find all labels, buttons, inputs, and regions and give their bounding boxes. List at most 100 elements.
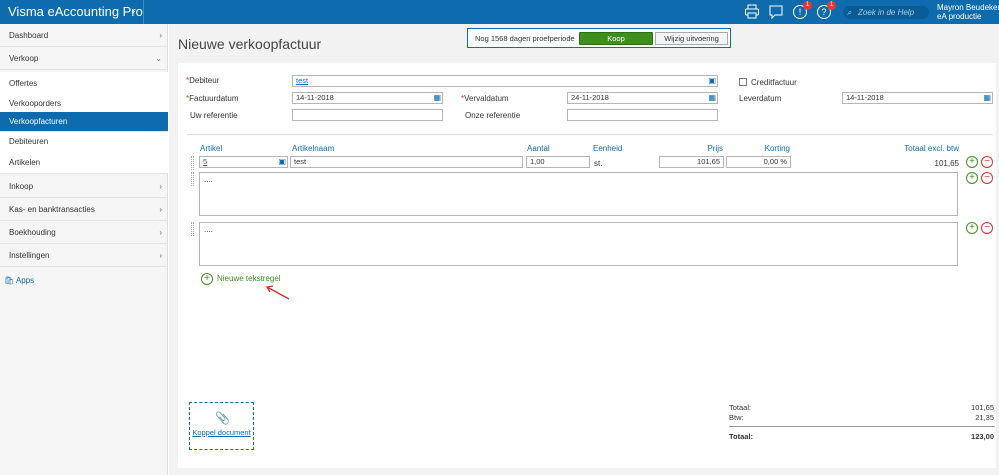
debiteur-field[interactable]: test ▣ [292, 75, 718, 87]
delete-row-button[interactable]: − [981, 172, 993, 184]
notification-badge: 1 [803, 1, 812, 10]
lookup-icon[interactable]: ▣ [708, 76, 716, 86]
chevron-right-icon: › [159, 251, 162, 260]
help-icon[interactable]: ? 1 [816, 1, 836, 20]
sidebar-item-inkoop[interactable]: Inkoop › [0, 175, 168, 198]
totaal-label: Totaal: [729, 403, 752, 412]
calendar-icon[interactable]: ▦ [433, 93, 441, 103]
app-title[interactable]: Visma eAccounting Pro [8, 4, 143, 19]
artikel-field[interactable]: 5 ▣ [199, 156, 288, 168]
leverdatum-field[interactable]: 14-11-2018 ▦ [842, 92, 993, 104]
divider [143, 0, 144, 24]
aantal-field[interactable]: 1,00 [526, 156, 590, 168]
delete-row-button[interactable]: − [981, 222, 993, 234]
add-row-button[interactable]: + [966, 172, 978, 184]
aantal-value: 1,00 [530, 157, 545, 166]
sidebar-item-verkoopfacturen[interactable]: Verkoopfacturen [0, 112, 168, 132]
attach-document-button[interactable]: 📎 Koppel document [189, 402, 254, 450]
print-icon[interactable] [744, 4, 760, 20]
debiteur-label: *Debiteur [186, 76, 220, 85]
sidebar-item-apps[interactable]: 🛍 Apps [4, 276, 34, 285]
arrow-annotation [265, 285, 290, 300]
sidebar-item-label: Apps [15, 276, 35, 285]
chat-icon[interactable] [768, 4, 784, 20]
sidebar-item-label: Inkoop [9, 182, 34, 191]
factuurdatum-field[interactable]: 14-11-2018 ▦ [292, 92, 443, 104]
buy-button[interactable]: Koop [579, 32, 653, 45]
uw-referentie-field[interactable] [292, 109, 443, 121]
prijs-field[interactable]: 101,65 [659, 156, 724, 168]
uw-referentie-label: Uw referentie [190, 111, 238, 120]
totaal-value: 101,65 [934, 159, 959, 168]
sidebar-item-kas-bank[interactable]: Kas- en banktransacties › [0, 198, 168, 221]
sidebar-item-label: Dashboard [9, 31, 49, 40]
user-menu[interactable]: Mayron Beudeker eA productie [937, 3, 999, 21]
help-badge: 1 [827, 1, 836, 10]
help-search-input[interactable]: ⌕ Zoek in de Help [843, 6, 929, 19]
calendar-icon[interactable]: ▦ [708, 93, 716, 103]
add-row-button[interactable]: + [966, 222, 978, 234]
sidebar-item-boekhouding[interactable]: Boekhouding › [0, 221, 168, 244]
delete-row-button[interactable]: − [981, 156, 993, 168]
lookup-icon[interactable]: ▣ [278, 157, 286, 167]
drag-handle[interactable] [191, 156, 194, 170]
creditfactuur-label: Creditfactuur [751, 78, 797, 87]
korting-value: 0,00 % [763, 157, 787, 166]
vervaldatum-label: *Vervaldatum [461, 94, 509, 103]
artikel-value: 5 [203, 157, 208, 166]
grand-total-amount: 123,00 [971, 432, 994, 441]
sidebar-item-artikelen[interactable]: Artikelen [0, 152, 168, 174]
drag-handle[interactable] [191, 172, 194, 186]
chevron-down-icon[interactable]: ⌄ [130, 6, 137, 15]
leverdatum-value: 14-11-2018 [846, 93, 884, 102]
artikelnaam-field[interactable]: test [290, 156, 523, 168]
korting-field[interactable]: 0,00 % [726, 156, 791, 168]
trial-banner: Nog 1568 dagen proefperiode Koop Wijzig … [467, 28, 731, 48]
chevron-right-icon: › [159, 182, 162, 191]
debiteur-value: test [296, 76, 309, 85]
help-search-placeholder: Zoek in de Help [858, 8, 915, 17]
chevron-right-icon: › [159, 31, 162, 40]
sidebar-item-label: Instellingen [9, 251, 50, 260]
btw-label: Btw: [729, 413, 744, 422]
col-eenheid: Eenheid [593, 144, 623, 153]
divider [187, 134, 993, 135]
add-row-button[interactable]: + [966, 156, 978, 168]
text-line-field[interactable]: .... [199, 172, 958, 216]
sidebar-item-verkoop[interactable]: Verkoop ⌄ [0, 47, 168, 70]
sidebar-item-label: Kas- en banktransacties [9, 205, 95, 214]
sidebar-item-label: Verkoopfacturen [9, 117, 68, 126]
sidebar-item-label: Verkooporders [9, 99, 62, 108]
notification-icon[interactable]: ! 1 [792, 1, 812, 20]
text-line-value: .... [204, 225, 213, 234]
sidebar-item-dashboard[interactable]: Dashboard › [0, 24, 168, 47]
page-title: Nieuwe verkoopfactuur [178, 36, 322, 52]
chevron-right-icon: › [159, 205, 162, 214]
sidebar-item-label: Boekhouding [9, 228, 56, 237]
creditfactuur-checkbox[interactable] [739, 78, 747, 86]
sidebar-item-debiteuren[interactable]: Debiteuren [0, 132, 168, 152]
grand-total-label: Totaal: [729, 432, 754, 441]
chevron-right-icon: › [159, 228, 162, 237]
factuurdatum-value: 14-11-2018 [296, 93, 334, 102]
text-line-field[interactable]: .... [199, 222, 958, 266]
search-icon: ⌕ [847, 8, 852, 17]
vervaldatum-value: 24-11-2018 [571, 93, 609, 102]
text-line-value: .... [204, 175, 213, 184]
sidebar-item-label: Verkoop [9, 54, 39, 63]
leverdatum-label: Leverdatum [739, 94, 782, 103]
col-artikelnaam: Artikelnaam [292, 144, 335, 153]
change-edition-button[interactable]: Wijzig uitvoering [655, 32, 728, 45]
sidebar-item-label: Debiteuren [9, 137, 49, 146]
shopping-bag-icon: 🛍 [4, 276, 15, 285]
trial-text: Nog 1568 dagen proefperiode [475, 34, 575, 43]
drag-handle[interactable] [191, 222, 194, 236]
sidebar-item-instellingen[interactable]: Instellingen › [0, 244, 168, 267]
onze-referentie-field[interactable] [567, 109, 718, 121]
top-bar: Visma eAccounting Pro ⌄ ! 1 ? 1 ⌕ Zoek in… [0, 0, 999, 24]
calendar-icon[interactable]: ▦ [983, 93, 991, 103]
svg-text:?: ? [821, 7, 826, 17]
vervaldatum-field[interactable]: 24-11-2018 ▦ [567, 92, 718, 104]
paperclip-icon: 📎 [215, 411, 230, 425]
factuurdatum-label: *Factuurdatum [186, 94, 239, 103]
